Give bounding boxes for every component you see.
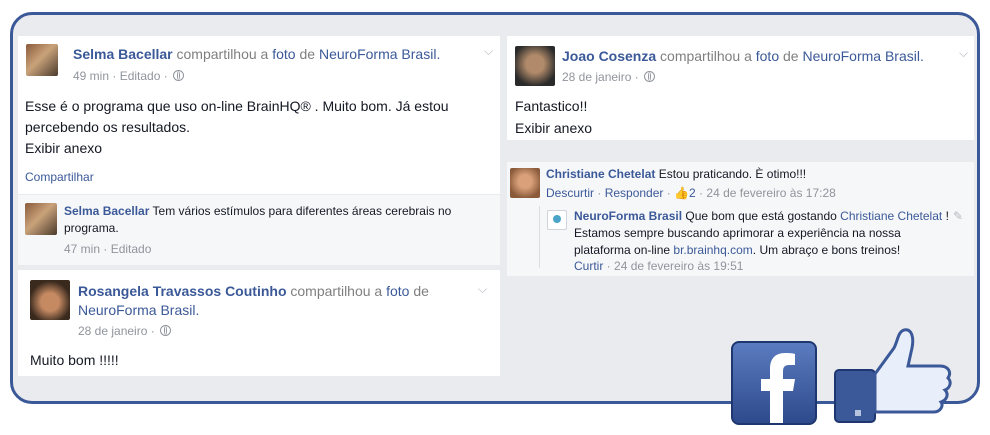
timestamp[interactable]: 49 min <box>73 69 109 83</box>
globe-icon <box>160 325 172 336</box>
like-link[interactable]: Curtir <box>574 259 603 273</box>
post-text: Fantastico!! <box>515 98 588 114</box>
photo-link[interactable]: foto <box>386 283 409 299</box>
timestamp[interactable]: 28 de janeiro <box>562 70 631 84</box>
author-name[interactable]: Selma Bacellar <box>73 46 173 62</box>
chevron-down-icon[interactable]: ⌵ <box>478 282 487 297</box>
avatar[interactable] <box>510 168 540 198</box>
mention-link[interactable]: Christiane Chetelat <box>840 209 942 223</box>
comment-author[interactable]: Christiane Chetelat <box>546 167 655 181</box>
avatar[interactable] <box>547 210 567 230</box>
chevron-down-icon[interactable]: ⌵ <box>484 44 493 59</box>
brand-logo-icon <box>553 215 561 223</box>
comment-card: Selma Bacellar Tem vários estímulos para… <box>18 195 500 265</box>
pencil-icon[interactable]: ✎ <box>953 209 963 223</box>
like-count[interactable]: 👍2 <box>674 186 696 200</box>
chevron-down-icon[interactable]: ⌵ <box>959 46 968 61</box>
avatar[interactable] <box>515 46 555 86</box>
post-text-line: percebendo os resultados. <box>25 119 190 135</box>
globe-icon <box>644 71 656 82</box>
page-link[interactable]: NeuroForma Brasil. <box>802 48 923 64</box>
photo-link[interactable]: foto <box>756 48 779 64</box>
edited-label[interactable]: Editado <box>120 69 161 83</box>
show-attachment-link[interactable]: Exibir anexo <box>515 118 592 139</box>
comment-author[interactable]: Selma Bacellar <box>64 204 149 218</box>
share-link[interactable]: Compartilhar <box>25 169 94 186</box>
comment-text: programa. <box>64 221 119 235</box>
post-card-joao: Joao Cosenza compartilhou a foto de Neur… <box>507 36 974 140</box>
edited-label[interactable]: Editado <box>111 242 152 256</box>
avatar[interactable] <box>26 44 58 76</box>
f-letter-icon <box>761 353 795 423</box>
comment-text: Estou praticando. È otimo!!! <box>658 167 807 181</box>
facebook-logo-icon <box>731 341 817 425</box>
reply-author[interactable]: NeuroForma Brasil <box>574 209 682 223</box>
comment-timestamp[interactable]: 47 min <box>64 242 100 256</box>
timestamp[interactable]: 28 de janeiro <box>78 324 147 338</box>
reply-indent-line <box>539 206 540 268</box>
comment-thread: Christiane Chetelat Estou praticando. È … <box>507 162 974 276</box>
thumbs-up-like-icon <box>832 326 954 426</box>
globe-icon <box>173 70 185 81</box>
author-name[interactable]: Rosangela Travassos Coutinho <box>78 283 287 299</box>
comment-text: Tem vários estímulos para diferentes áre… <box>152 204 452 218</box>
comment-timestamp[interactable]: 24 de fevereiro às 17:28 <box>706 186 835 200</box>
avatar[interactable] <box>25 203 57 235</box>
thumbs-up-icon: 👍 <box>674 186 690 200</box>
page-link[interactable]: NeuroForma Brasil. <box>78 302 199 318</box>
url-link[interactable]: br.brainhq.com <box>673 243 752 257</box>
page-link[interactable]: NeuroForma Brasil. <box>319 46 440 62</box>
photo-link[interactable]: foto <box>272 46 295 62</box>
reply-link[interactable]: Responder <box>605 186 664 200</box>
post-text: Muito bom !!!!! <box>30 352 119 368</box>
unlike-link[interactable]: Descurtir <box>546 186 594 200</box>
reply-timestamp[interactable]: 24 de fevereiro às 19:51 <box>614 259 743 273</box>
post-text-line: Esse é o programa que uso on-line BrainH… <box>25 98 449 114</box>
avatar[interactable] <box>30 280 70 320</box>
post-card-rosangela: Rosangela Travassos Coutinho compartilho… <box>18 270 500 376</box>
author-name[interactable]: Joao Cosenza <box>562 48 656 64</box>
post-card-selma: Selma Bacellar compartilhou a foto de Ne… <box>18 36 500 194</box>
show-attachment-link[interactable]: Exibir anexo <box>25 138 102 159</box>
